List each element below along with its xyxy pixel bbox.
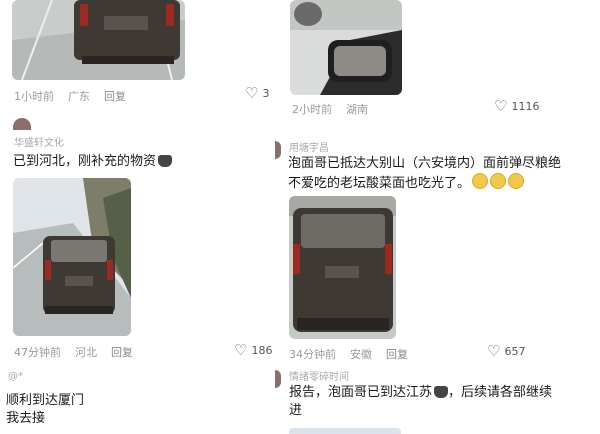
next-photo-peek[interactable] — [289, 428, 401, 434]
post-text-line2: 不爱吃的老坛酸菜面也吃光了。 — [288, 176, 471, 191]
post-time: 47分钟前 — [14, 346, 61, 359]
heart-icon: ♡ — [234, 341, 248, 359]
username[interactable]: @* — [8, 371, 23, 382]
post-text: 顺利到达厦门 我去接 — [6, 392, 84, 428]
laugh-emoji-icon — [472, 173, 489, 189]
cat-emoji-icon — [158, 155, 173, 167]
avatar[interactable] — [275, 370, 281, 388]
reply-button[interactable]: 回复 — [386, 348, 408, 361]
left-post1-photo[interactable] — [12, 0, 185, 80]
post-text-line1-tail: ，后续请各部继续 — [448, 385, 553, 400]
right-post1-like[interactable]: ♡ 1116 — [494, 99, 539, 114]
right-post1-photo[interactable] — [290, 0, 402, 95]
post-location: 河北 — [75, 346, 97, 359]
post-location: 安徽 — [350, 348, 372, 361]
left-post2-like[interactable]: ♡ 186 — [234, 343, 272, 358]
like-count: 186 — [251, 344, 273, 357]
like-count: 1116 — [511, 100, 540, 113]
right-post2-like[interactable]: ♡ 657 — [487, 344, 525, 359]
post-text-line1: 报告，泡面哥已到达江苏 — [289, 385, 433, 400]
post-text-line2-wrap: 不爱吃的老坛酸菜面也吃光了。 — [288, 173, 588, 193]
post-location: 湖南 — [346, 103, 368, 116]
like-count: 3 — [262, 87, 270, 100]
right-post1-meta: 2小时前 湖南 — [292, 101, 382, 117]
laugh-emoji-icon — [490, 173, 507, 189]
avatar[interactable] — [13, 118, 31, 130]
car-mirror-image — [290, 0, 402, 95]
post-time: 2小时前 — [292, 103, 332, 116]
left-post1-like[interactable]: ♡ 3 — [245, 86, 269, 101]
post-text-line1: 顺利到达厦门 — [6, 393, 85, 408]
post-text-line2: 我去接 — [6, 411, 46, 426]
post-text: 报告，泡面哥已到达江苏 ，后续请各部继续 进 — [289, 384, 589, 420]
left-post2-photo[interactable] — [13, 178, 131, 336]
heart-icon: ♡ — [245, 84, 259, 102]
right-post2-meta: 34分钟前 安徽 回复 — [289, 346, 422, 362]
post-time: 34分钟前 — [289, 348, 336, 361]
heart-icon: ♡ — [487, 342, 501, 360]
parked-car-image — [289, 196, 396, 339]
avatar[interactable] — [275, 141, 281, 159]
post-text-line2: 进 — [289, 403, 303, 418]
road-car-image — [12, 0, 185, 80]
highway-car-image — [13, 178, 131, 336]
post-text-line1-wrap: 报告，泡面哥已到达江苏 ，后续请各部继续 — [289, 384, 589, 402]
cat-emoji-icon — [434, 386, 449, 398]
left-post1-meta: 1小时前 广东 回复 — [14, 88, 140, 104]
post-text: 已到河北，刚补充的物资 — [13, 153, 173, 171]
username[interactable]: 情绪零碎时间 — [289, 368, 349, 383]
right-post2-photo[interactable] — [289, 196, 396, 339]
left-post2-meta: 47分钟前 河北 回复 — [14, 344, 147, 360]
username[interactable]: 华盛轩文化 — [14, 134, 64, 149]
heart-icon: ♡ — [494, 97, 508, 115]
post-text-line1: 泡面哥已抵达大别山（六安境内）面前弹尽粮绝 — [288, 156, 562, 171]
post-time: 1小时前 — [14, 90, 54, 103]
like-count: 657 — [504, 345, 526, 358]
post-text-content: 已到河北，刚补充的物资 — [13, 154, 157, 169]
laugh-emoji-icon — [508, 173, 525, 189]
reply-button[interactable]: 回复 — [104, 90, 126, 103]
username[interactable]: 用塘宇昌 — [289, 139, 329, 154]
post-location: 广东 — [68, 90, 90, 103]
post-text: 泡面哥已抵达大别山（六安境内）面前弹尽粮绝 不爱吃的老坛酸菜面也吃光了。 — [288, 155, 588, 193]
reply-button[interactable]: 回复 — [111, 346, 133, 359]
